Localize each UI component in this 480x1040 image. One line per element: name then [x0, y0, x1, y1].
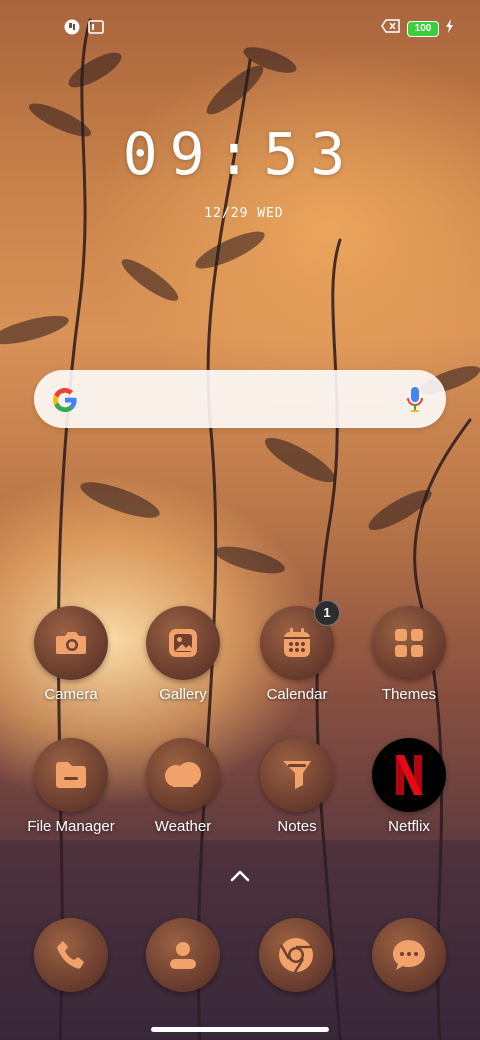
- app-label-themes: Themes: [381, 686, 437, 703]
- app-file-manager[interactable]: File Manager: [16, 738, 126, 835]
- gallery-app-icon[interactable]: [146, 606, 220, 680]
- camera-app-icon[interactable]: [34, 606, 108, 680]
- cloud-icon: [165, 762, 201, 787]
- status-bar: 100: [0, 0, 480, 56]
- battery-icon: 100: [407, 20, 439, 37]
- clock-date[interactable]: 12/29 WED: [0, 206, 480, 221]
- app-netflix[interactable]: Netflix: [354, 738, 464, 835]
- netflix-app-icon[interactable]: [372, 738, 446, 812]
- notes-app-icon[interactable]: [260, 738, 334, 812]
- dock-contacts[interactable]: [146, 918, 220, 992]
- google-logo-icon: [51, 386, 79, 419]
- gesture-navigation-handle[interactable]: [151, 1027, 329, 1032]
- status-bar-left: [64, 19, 104, 40]
- app-camera[interactable]: Camera: [16, 606, 126, 703]
- camera-icon: [56, 632, 86, 654]
- netflix-logo-icon: [396, 755, 422, 795]
- contacts-icon: [170, 942, 196, 969]
- clock-time[interactable]: 09:53: [0, 120, 480, 188]
- app-label-gallery: Gallery: [159, 686, 207, 703]
- gallery-icon: [169, 629, 197, 657]
- dock-phone[interactable]: [34, 918, 108, 992]
- chrome-icon: [279, 938, 313, 973]
- app-gallery[interactable]: Gallery: [128, 606, 238, 703]
- google-search-bar[interactable]: [34, 370, 446, 428]
- phone-icon: [57, 941, 84, 969]
- app-label-file-manager: File Manager: [27, 818, 115, 835]
- microphone-icon[interactable]: [406, 386, 424, 419]
- themes-icon: [395, 629, 423, 657]
- calendar-icon: [284, 628, 310, 657]
- app-label-weather: Weather: [154, 818, 212, 835]
- app-label-calendar: Calendar: [266, 686, 328, 703]
- app-calendar[interactable]: 1 Calendar: [242, 600, 352, 703]
- app-themes[interactable]: Themes: [354, 606, 464, 703]
- calendar-app-icon[interactable]: 1: [260, 600, 340, 680]
- app-notification-icon: [64, 19, 80, 40]
- dock-chrome[interactable]: [259, 918, 333, 992]
- status-bar-right: 100: [381, 19, 454, 38]
- file-manager-app-icon[interactable]: [34, 738, 108, 812]
- app-label-notes: Notes: [277, 818, 317, 835]
- app-label-camera: Camera: [44, 686, 98, 703]
- charging-icon: [445, 19, 454, 38]
- app-drawer-chevron-up-icon[interactable]: [228, 868, 252, 889]
- folder-icon: [56, 762, 86, 788]
- screen-icon: [88, 20, 104, 39]
- themes-app-icon[interactable]: [372, 606, 446, 680]
- app-label-netflix: Netflix: [388, 818, 430, 835]
- messages-icon: [393, 940, 425, 970]
- dock-messages[interactable]: [372, 918, 446, 992]
- notes-icon: [283, 761, 311, 789]
- battery-level: 100: [414, 22, 432, 34]
- no-sim-icon: [381, 19, 401, 38]
- app-weather[interactable]: Weather: [128, 738, 238, 835]
- notification-badge: 1: [314, 600, 340, 626]
- weather-app-icon[interactable]: [146, 738, 220, 812]
- app-notes[interactable]: Notes: [242, 738, 352, 835]
